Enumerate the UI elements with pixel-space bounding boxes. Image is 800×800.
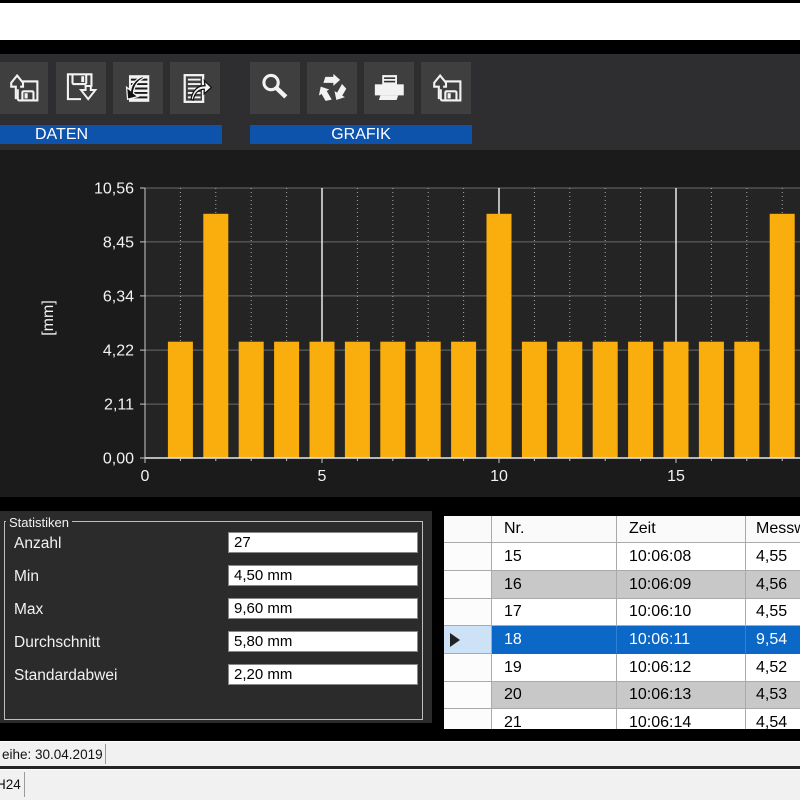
svg-text:15: 15 [667,468,685,485]
svg-text:10: 10 [490,468,508,485]
svg-text:8,45: 8,45 [103,234,134,251]
svg-text:0,00: 0,00 [103,451,134,468]
svg-text:10,56: 10,56 [94,181,134,198]
svg-text:[mm]: [mm] [40,300,57,336]
svg-text:2,11: 2,11 [104,397,134,414]
svg-text:5: 5 [318,468,327,485]
svg-text:4,22: 4,22 [103,343,134,360]
svg-text:6,34: 6,34 [103,288,134,305]
svg-text:0: 0 [141,468,150,485]
